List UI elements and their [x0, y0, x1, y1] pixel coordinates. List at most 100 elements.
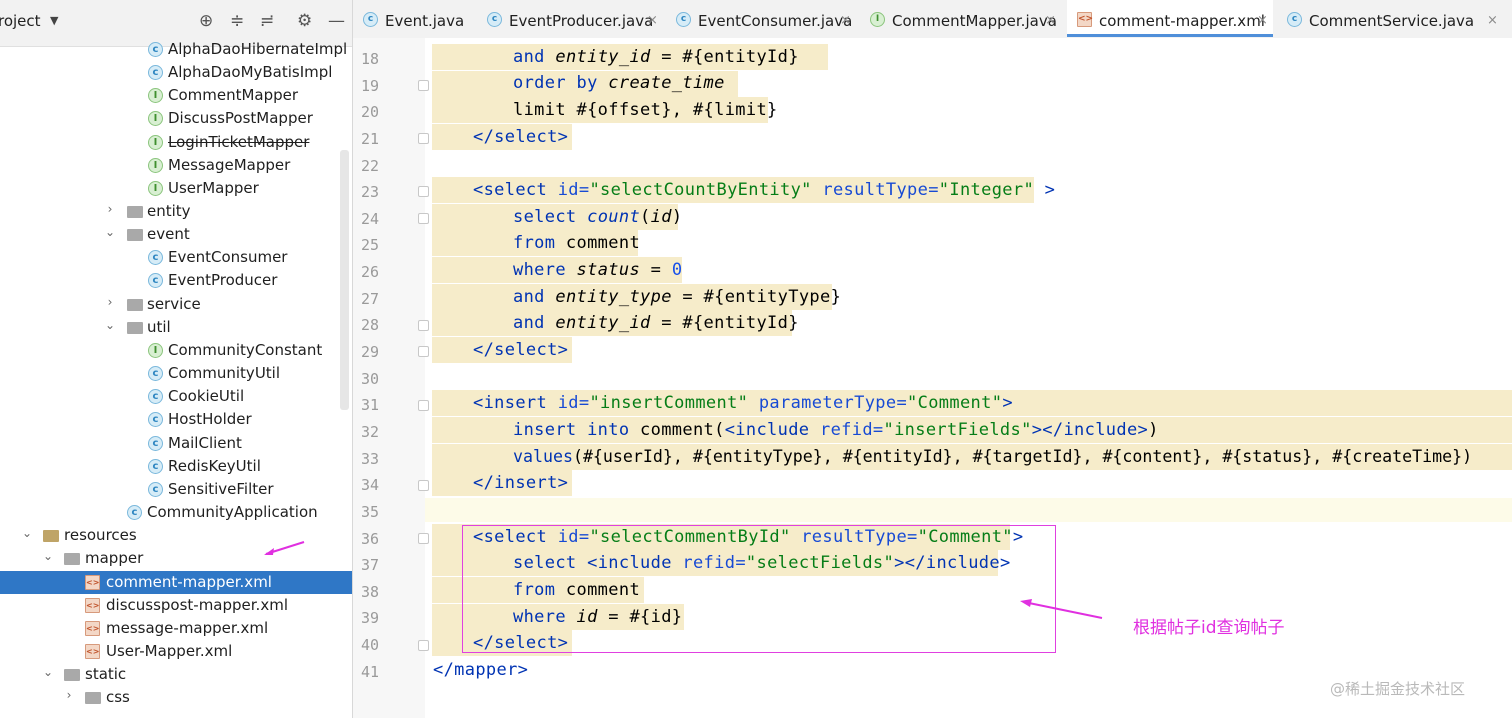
spring-app-icon: c	[127, 505, 142, 520]
close-icon[interactable]: ×	[1487, 13, 1498, 28]
close-icon[interactable]: ×	[647, 13, 658, 28]
chevron-right-icon[interactable]: ›	[62, 688, 76, 702]
code-keyword: and	[513, 313, 545, 333]
tab-label: CommentMapper.java	[892, 12, 1057, 30]
line-number: 23	[360, 183, 379, 201]
chevron-down-icon[interactable]: ⌄	[20, 526, 34, 540]
tree-item[interactable]: I UserMapper	[0, 177, 352, 200]
class-icon: c	[148, 459, 163, 474]
chevron-down-icon[interactable]: ⌄	[103, 318, 117, 332]
chevron-right-icon[interactable]: ›	[103, 295, 117, 309]
tab-comment-mapper-xml[interactable]: <> comment-mapper.xml ×	[1067, 0, 1273, 37]
code-attr: parameterType=	[758, 393, 908, 413]
close-icon[interactable]: ×	[1257, 13, 1268, 28]
tree-item[interactable]: c MailClient	[0, 432, 352, 455]
tree-item-selected[interactable]: <> comment-mapper.xml	[0, 571, 352, 594]
code-line-19: order by create_time	[513, 73, 725, 93]
tree-item[interactable]: c HostHolder	[0, 408, 352, 431]
tab-event-java[interactable]: c Event.java	[353, 0, 473, 37]
project-panel-title[interactable]: roject	[0, 12, 41, 30]
tree-item-label: UserMapper	[168, 179, 259, 197]
tree-item-label: RedisKeyUtil	[168, 457, 261, 475]
tree-item-label: static	[85, 665, 127, 683]
tree-item[interactable]: c RedisKeyUtil	[0, 455, 352, 478]
tree-item[interactable]: c EventProducer	[0, 269, 352, 292]
minimize-icon[interactable]: —	[328, 11, 345, 31]
fold-marker-icon[interactable]	[418, 640, 429, 651]
tree-item-folder[interactable]: ⌄ static	[0, 663, 352, 686]
tab-commentmapper-java[interactable]: I CommentMapper.java ×	[860, 0, 1060, 37]
code-identifier: entity_type	[555, 287, 672, 307]
fold-marker-icon[interactable]	[418, 533, 429, 544]
fold-marker-icon[interactable]	[418, 480, 429, 491]
line-number: 19	[360, 77, 379, 95]
class-icon: c	[148, 436, 163, 451]
code-attr-value: "selectCountByEntity"	[589, 180, 812, 200]
tree-item-label: service	[147, 295, 201, 313]
gear-icon[interactable]: ⚙	[297, 11, 312, 31]
tree-item[interactable]: I CommentMapper	[0, 84, 352, 107]
code-tag: <include	[724, 420, 810, 440]
chevron-down-icon[interactable]: ⌄	[41, 665, 55, 679]
close-icon[interactable]: ×	[840, 13, 851, 28]
tab-eventproducer-java[interactable]: c EventProducer.java ×	[477, 0, 663, 37]
code-identifier: id	[650, 207, 672, 227]
tree-item[interactable]: c CookieUtil	[0, 385, 352, 408]
tree-item[interactable]: c EventConsumer	[0, 246, 352, 269]
tree-item[interactable]: c SensitiveFilter	[0, 478, 352, 501]
code-attr-value: "insertComment"	[589, 393, 749, 413]
tree-item-label: HostHolder	[168, 410, 252, 428]
tree-item-label: css	[106, 688, 130, 706]
collapse-all-icon[interactable]: ≓	[260, 11, 274, 31]
tab-eventconsumer-java[interactable]: c EventConsumer.java ×	[666, 0, 856, 37]
tree-item[interactable]: <> User-Mapper.xml	[0, 640, 352, 663]
tree-item[interactable]: c AlphaDaoHibernateImpl	[0, 38, 352, 61]
tree-item[interactable]: c CommunityApplication	[0, 501, 352, 524]
project-scrollbar[interactable]	[340, 150, 349, 410]
tree-item[interactable]: c CommunityUtil	[0, 362, 352, 385]
tree-item[interactable]: c AlphaDaoMyBatisImpl	[0, 61, 352, 84]
tree-item-folder[interactable]: ⌄ event	[0, 223, 352, 246]
tab-commentservice-java[interactable]: c CommentService.java ×	[1277, 0, 1512, 37]
code-tag: <insert	[473, 393, 548, 413]
code-tag: <select	[473, 180, 548, 200]
tree-item[interactable]: <> discusspost-mapper.xml	[0, 594, 352, 617]
code-text: = #{entityId}	[650, 313, 799, 333]
tree-item[interactable]: I CommunityConstant	[0, 339, 352, 362]
tree-item-label: util	[147, 318, 171, 336]
code-text: = #{entityId}	[650, 47, 799, 67]
fold-marker-icon[interactable]	[418, 80, 429, 91]
tree-item-label: entity	[147, 202, 191, 220]
class-icon: c	[363, 12, 378, 27]
code-text: )	[671, 207, 683, 227]
tree-item-label: DiscussPostMapper	[168, 109, 313, 127]
fold-marker-icon[interactable]	[418, 213, 429, 224]
tree-item-folder[interactable]: ⌄ util	[0, 316, 352, 339]
chevron-right-icon[interactable]: ›	[103, 202, 117, 216]
caret-down-icon[interactable]: ▼	[50, 14, 58, 27]
tree-item[interactable]: I MessageMapper	[0, 154, 352, 177]
expand-all-icon[interactable]: ≑	[230, 11, 244, 31]
line-number: 30	[360, 370, 379, 388]
close-icon[interactable]: ×	[1045, 13, 1056, 28]
line-number: 27	[360, 290, 379, 308]
crosshair-icon[interactable]: ⊕	[199, 11, 213, 31]
fold-marker-icon[interactable]	[418, 320, 429, 331]
code-text: (	[640, 207, 651, 227]
tree-item[interactable]: <> message-mapper.xml	[0, 617, 352, 640]
fold-marker-icon[interactable]	[418, 133, 429, 144]
tree-item[interactable]: I DiscussPostMapper	[0, 107, 352, 130]
tree-item-folder[interactable]: › css	[0, 686, 352, 709]
chevron-down-icon[interactable]: ⌄	[41, 549, 55, 563]
class-icon: c	[487, 12, 502, 27]
tree-item[interactable]: I LoginTicketMapper	[0, 131, 352, 154]
code-attr-value: "Integer"	[938, 180, 1035, 200]
interface-icon: I	[148, 181, 163, 196]
fold-marker-icon[interactable]	[418, 400, 429, 411]
fold-marker-icon[interactable]	[418, 346, 429, 357]
fold-marker-icon[interactable]	[418, 186, 429, 197]
chevron-down-icon[interactable]: ⌄	[103, 225, 117, 239]
tree-item-folder[interactable]: › service	[0, 293, 352, 316]
code-text: comment	[555, 233, 641, 253]
tree-item-folder[interactable]: › entity	[0, 200, 352, 223]
